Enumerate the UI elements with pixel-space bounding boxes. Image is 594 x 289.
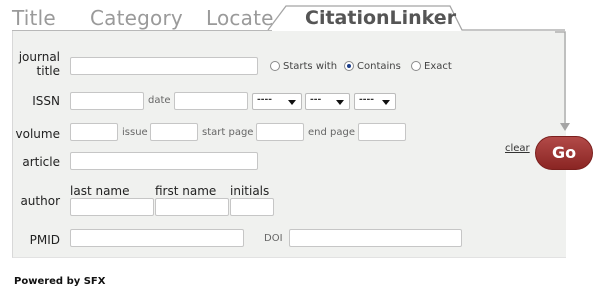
tab-title[interactable]: Title (12, 6, 56, 30)
start-page-label: start page (202, 127, 254, 138)
article-label: article (22, 155, 60, 169)
radio-contains-label: Contains (357, 61, 401, 72)
doi-input[interactable] (289, 229, 462, 247)
day-select[interactable]: ---- (354, 93, 396, 110)
chevron-down-icon (288, 100, 296, 105)
issue-label: issue (122, 127, 148, 138)
year-select-value: ---- (257, 95, 272, 105)
last-name-label: last name (70, 184, 130, 198)
tab-locate[interactable]: Locate (206, 6, 274, 30)
date-label: date (148, 95, 171, 106)
last-name-input[interactable] (70, 198, 154, 216)
issue-input[interactable] (150, 123, 198, 141)
day-select-value: ---- (359, 95, 374, 105)
radio-starts-with-label: Starts with (283, 61, 338, 72)
end-page-input[interactable] (358, 123, 406, 141)
radio-contains[interactable] (344, 61, 354, 71)
issn-input[interactable] (70, 92, 144, 110)
initials-label: initials (230, 184, 270, 198)
radio-starts-with[interactable] (270, 61, 280, 71)
issn-label: ISSN (32, 94, 60, 108)
author-label: author (20, 194, 60, 208)
first-name-label: first name (155, 184, 217, 198)
year-select[interactable]: ---- (252, 93, 302, 110)
pmid-input[interactable] (70, 229, 244, 247)
powered-by-text: Powered by SFX (14, 276, 106, 287)
month-select-value: --- (310, 95, 322, 105)
first-name-input[interactable] (155, 198, 229, 216)
chevron-down-icon (382, 100, 390, 105)
journal-title-input[interactable] (70, 57, 258, 75)
end-page-label: end page (308, 127, 355, 138)
journal-title-label: journal title (18, 50, 60, 78)
go-button[interactable]: Go (535, 136, 593, 170)
tab-citationlinker[interactable]: CitationLinker (305, 7, 456, 29)
date-input[interactable] (174, 92, 248, 110)
month-select[interactable]: --- (305, 93, 350, 110)
clear-link[interactable]: clear (505, 143, 530, 154)
chevron-down-icon (336, 100, 344, 105)
article-input[interactable] (70, 152, 258, 170)
volume-label: volume (15, 127, 60, 141)
tab-to-go-connector (555, 31, 570, 131)
radio-exact-label: Exact (424, 61, 452, 72)
tab-category[interactable]: Category (90, 6, 183, 30)
initials-input[interactable] (230, 198, 274, 216)
volume-input[interactable] (70, 123, 118, 141)
pmid-label: PMID (29, 233, 60, 247)
radio-exact[interactable] (411, 61, 421, 71)
doi-label: DOI (264, 233, 283, 244)
start-page-input[interactable] (256, 123, 304, 141)
